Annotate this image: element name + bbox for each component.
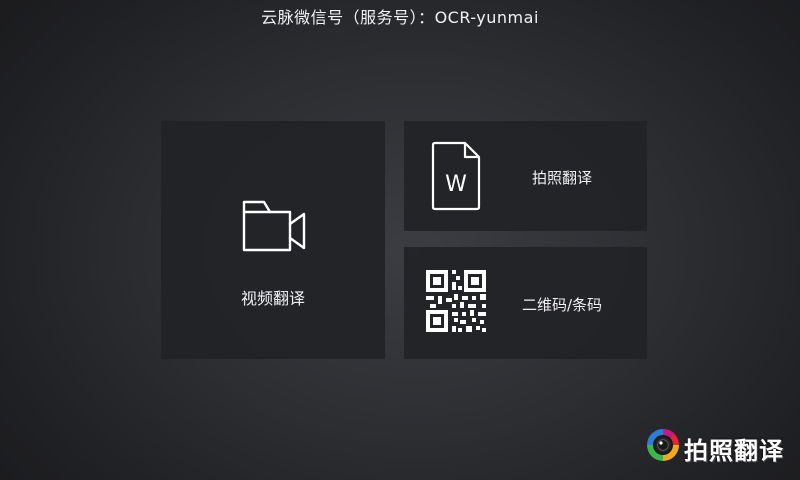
video-translate-tile[interactable]: 视频翻译 [161,121,385,359]
document-letter: W [445,172,467,197]
photo-translate-tile[interactable]: W 拍照翻译 [404,121,647,231]
qr-barcode-tile[interactable]: 二维码/条码 [404,247,647,359]
qr-code-icon [426,270,486,332]
video-translate-label: 视频翻译 [240,289,305,308]
app-title: 云脉微信号（服务号）：OCR-yunmai [261,8,539,27]
word-document-icon: W [431,141,481,211]
photo-translate-label: 拍照翻译 [532,169,593,187]
video-camera-icon [242,200,306,252]
logo-text: 拍照翻译 [684,437,784,465]
qr-barcode-label: 二维码/条码 [522,296,603,314]
camera-lens-icon [647,428,679,461]
app-logo: 拍照翻译 [646,428,786,465]
